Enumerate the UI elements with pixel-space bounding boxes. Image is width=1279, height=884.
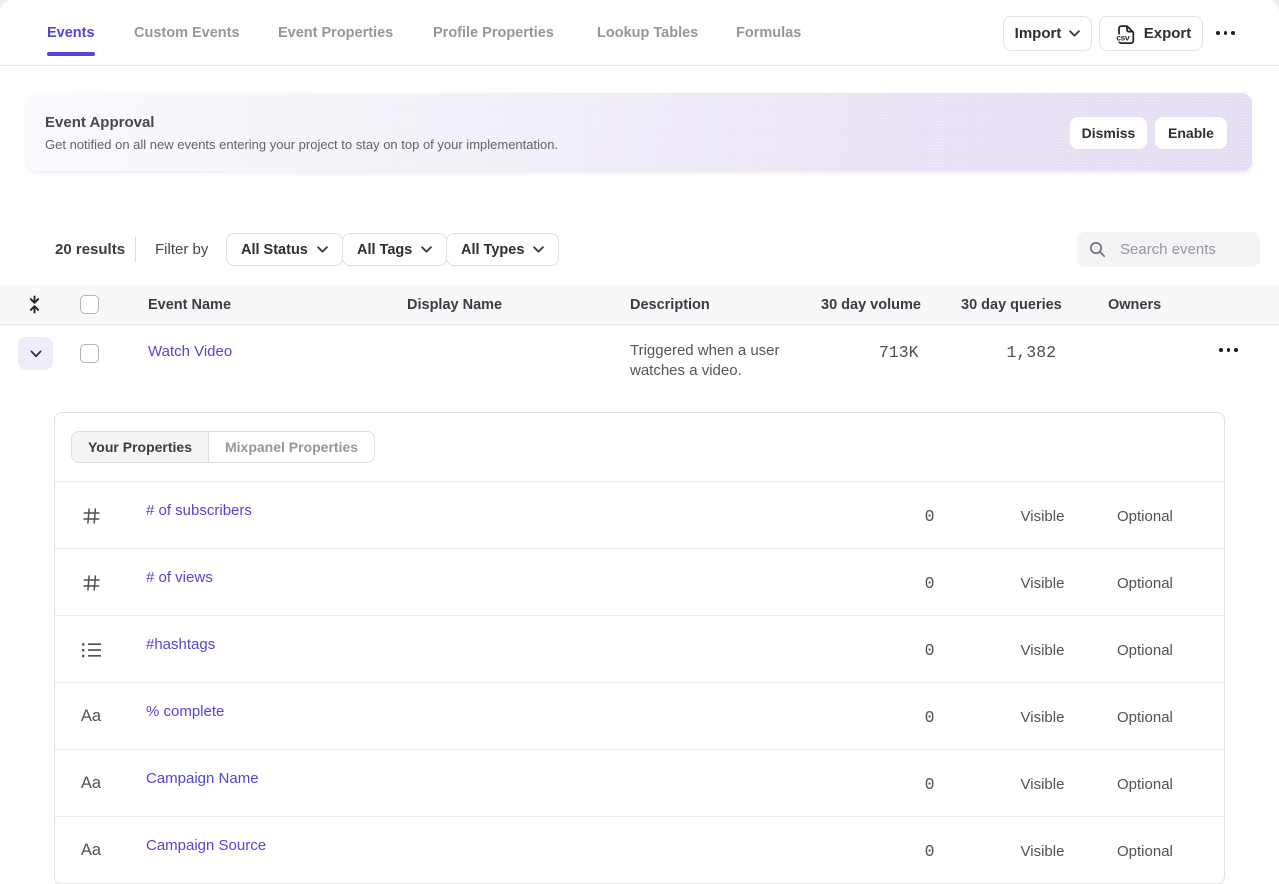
svg-text:csv: csv	[1116, 34, 1130, 43]
